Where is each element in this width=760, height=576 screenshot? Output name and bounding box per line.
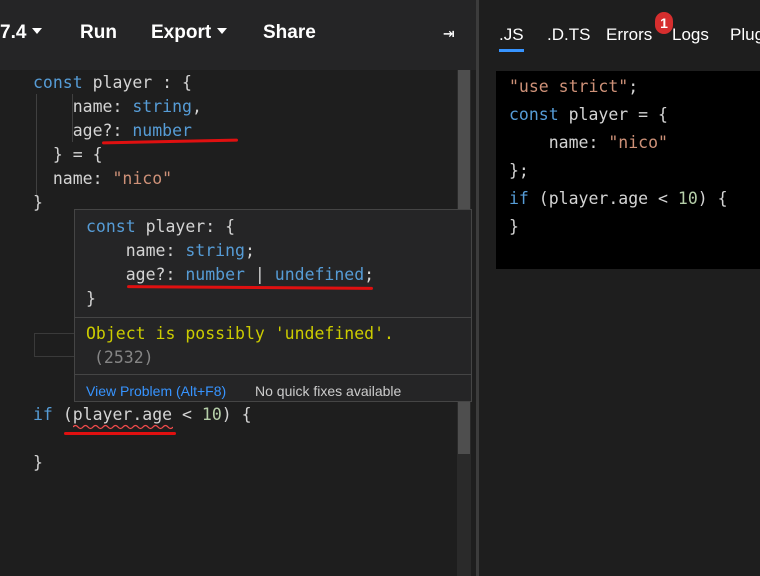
code-token: player: { — [135, 217, 236, 236]
code-token: name: — [33, 97, 133, 116]
tab-js[interactable]: .JS — [499, 25, 524, 52]
tooltip-code-line: const player: { — [86, 215, 235, 239]
view-problem-link[interactable]: View Problem (Alt+F8) — [86, 383, 226, 399]
code-token: number — [132, 121, 192, 140]
tooltip-code-line: } — [86, 287, 96, 311]
code-token: } — [509, 217, 519, 236]
code-line: name: string, — [33, 95, 202, 119]
code-line: const player : { — [33, 71, 192, 95]
code-token: age?: — [86, 265, 186, 284]
code-token: const — [33, 73, 83, 92]
code-token: }; — [509, 161, 529, 180]
output-line: "use strict"; — [509, 73, 638, 101]
code-token: const — [509, 105, 559, 124]
code-token: undefined — [274, 265, 365, 284]
code-token: ; — [244, 241, 255, 260]
code-token: string — [185, 241, 245, 260]
code-token: "use strict" — [509, 77, 629, 96]
error-squiggle — [73, 424, 173, 430]
playground-toolbar: 7.4 Run Export Share ⇥ — [0, 0, 476, 70]
error-message: Object is possibly 'undefined'. — [86, 324, 394, 343]
output-panel: .JS .D.TS Errors 1 Logs Plug "use strict… — [479, 0, 760, 576]
code-line: name: "nico" — [33, 167, 172, 191]
code-line: } = { — [33, 143, 103, 167]
code-token: 10 — [677, 189, 698, 208]
error-count-badge: 1 — [655, 12, 673, 34]
tab-errors[interactable]: Errors — [606, 25, 652, 45]
code-token: player : { — [82, 73, 192, 92]
version-dropdown[interactable]: 7.4 — [0, 22, 43, 44]
tab-plugins[interactable]: Plug — [730, 25, 760, 45]
code-line: } — [33, 191, 43, 215]
code-token: "nico" — [608, 133, 668, 152]
collapse-panel-icon[interactable]: ⇥ — [443, 22, 454, 44]
code-token: string — [132, 97, 192, 116]
code-token: } — [86, 289, 96, 308]
code-token: , — [191, 97, 202, 116]
code-token: player = { — [558, 105, 668, 124]
code-token: if — [509, 189, 529, 208]
red-underline-annotation — [126, 285, 374, 290]
code-token: 10 — [201, 405, 222, 424]
tooltip-code-line: age?: number | undefined; — [86, 263, 374, 287]
version-label: 7.4 — [0, 22, 27, 43]
tooltip-divider — [75, 317, 471, 318]
export-label: Export — [151, 22, 212, 43]
code-token: const — [86, 217, 136, 236]
code-token: ) { — [221, 405, 252, 424]
code-token: name: — [33, 169, 113, 188]
code-token: } = { — [33, 145, 103, 164]
code-token: } — [33, 453, 43, 472]
export-dropdown[interactable]: Export — [151, 22, 228, 44]
share-button[interactable]: Share — [263, 22, 316, 44]
output-line: }; — [509, 157, 529, 185]
code-token: name: — [509, 133, 609, 152]
code-line: } — [33, 451, 43, 475]
chevron-down-icon — [217, 27, 228, 34]
code-token: if — [33, 405, 63, 424]
output-line: name: "nico" — [509, 129, 668, 157]
tooltip-divider — [75, 374, 471, 375]
tooltip-code-line: name: string; — [86, 239, 255, 263]
code-token: (player.age < — [62, 405, 202, 424]
compiled-js-output: "use strict"; const player = { name: "ni… — [496, 71, 760, 269]
output-line: if (player.age < 10) { — [509, 185, 728, 213]
code-token: name: — [86, 241, 186, 260]
run-button[interactable]: Run — [80, 22, 117, 44]
output-line: } — [509, 213, 519, 241]
red-underline-annotation — [64, 432, 176, 435]
code-token: | — [244, 265, 275, 284]
output-line: const player = { — [509, 101, 668, 129]
tab-logs[interactable]: Logs — [672, 25, 709, 45]
tab-dts[interactable]: .D.TS — [547, 25, 590, 45]
code-token: number — [185, 265, 245, 284]
code-token: (player.age < — [528, 189, 678, 208]
code-token: age?: — [33, 121, 133, 140]
code-token: ; — [364, 265, 375, 284]
code-token: "nico" — [112, 169, 173, 188]
hover-tooltip: const player: { name: string; age?: numb… — [74, 209, 472, 402]
code-token: ) { — [697, 189, 728, 208]
chevron-down-icon — [32, 27, 43, 34]
code-token: ; — [628, 77, 639, 96]
quick-fixes-status: No quick fixes available — [255, 383, 402, 399]
error-code: (2532) — [94, 348, 154, 367]
code-token: } — [33, 193, 43, 212]
